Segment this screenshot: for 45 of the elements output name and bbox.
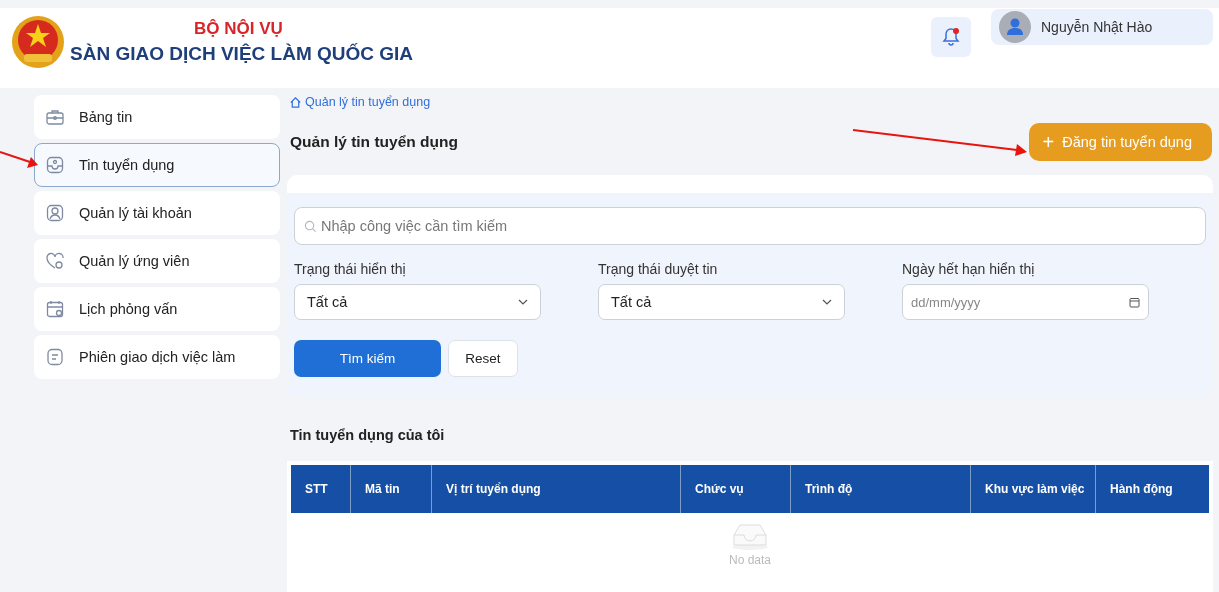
user-menu-button[interactable]: Nguyễn Nhật Hào: [991, 9, 1213, 45]
avatar-icon: [999, 11, 1031, 43]
column-header: Khu vực làm việc: [970, 465, 1095, 513]
calendar-icon: [45, 299, 65, 319]
national-emblem-icon: [10, 14, 66, 70]
field-label: Ngày hết hạn hiển thị: [902, 261, 1036, 277]
search-icon: [304, 220, 317, 233]
empty-inbox-icon: [730, 521, 770, 551]
sidebar-item[interactable]: Tin tuyển dụng: [34, 143, 280, 187]
search-field[interactable]: Nhập công việc cần tìm kiếm: [294, 207, 1206, 245]
bell-icon: [942, 27, 960, 47]
field-label: Trạng thái hiển thị: [294, 261, 407, 277]
select-field[interactable]: Tất cả: [598, 284, 845, 320]
heart-icon: [45, 251, 65, 271]
breadcrumb-link[interactable]: Quản lý tin tuyển dụng: [287, 95, 431, 109]
column-header: Mã tin: [350, 465, 431, 513]
select-field[interactable]: Tất cả: [294, 284, 541, 320]
sidebar-item[interactable]: Lịch phỏng vấn: [34, 287, 280, 331]
ministry-name: BỘ NỘI VỤ: [194, 19, 283, 39]
column-header: Hành động: [1095, 465, 1209, 513]
calendar-icon: [1129, 296, 1140, 308]
reset-button[interactable]: Reset: [448, 340, 518, 377]
site-title: SÀN GIAO DỊCH VIỆC LÀM QUỐC GIA: [70, 43, 414, 65]
column-header: Vị trí tuyển dụng: [431, 465, 680, 513]
column-header: Trình độ: [790, 465, 970, 513]
inbox-icon: [45, 155, 65, 175]
chevron-down-icon: [822, 299, 832, 305]
page-title: Quản lý tin tuyển dụng: [290, 133, 458, 151]
empty-message: No data: [729, 553, 771, 567]
home-icon: [289, 95, 302, 109]
search-button[interactable]: Tìm kiếm: [294, 340, 441, 377]
notification-button[interactable]: [931, 17, 971, 57]
sidebar-item[interactable]: Bảng tin: [34, 95, 280, 139]
column-header: Chức vụ: [680, 465, 790, 513]
section-title: Tin tuyển dụng của tôi: [290, 427, 445, 443]
sidebar-item[interactable]: Quản lý tài khoản: [34, 191, 280, 235]
column-header: STT: [304, 481, 329, 498]
note-icon: [45, 347, 65, 367]
sidebar-item[interactable]: Phiên giao dịch việc làm: [34, 335, 280, 379]
chevron-down-icon: [518, 299, 528, 305]
user-icon: [45, 203, 65, 223]
field-label: Trạng thái duyệt tin: [598, 261, 719, 277]
sidebar-item[interactable]: Quản lý ứng viên: [34, 239, 280, 283]
briefcase-icon: [45, 107, 65, 127]
date-field[interactable]: dd/mm/yyyy: [902, 284, 1149, 320]
